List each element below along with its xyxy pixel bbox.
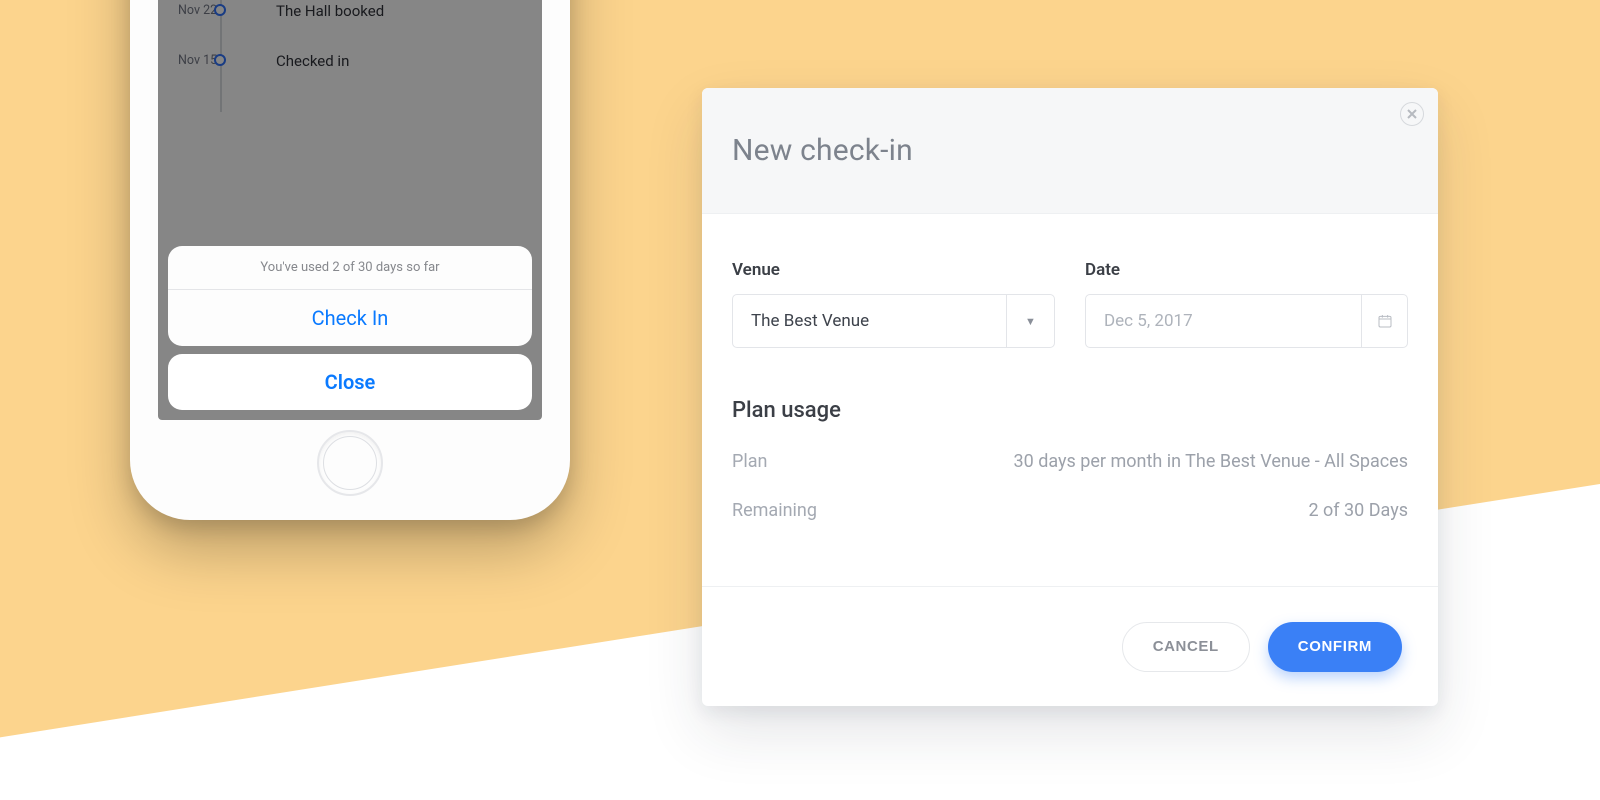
venue-label: Venue [732, 260, 1055, 280]
venue-group: Venue The Best Venue ▼ [732, 260, 1055, 348]
check-in-button[interactable]: Check In [168, 290, 532, 346]
cancel-button[interactable]: CANCEL [1122, 622, 1250, 672]
chevron-down-icon: ▼ [1006, 295, 1054, 347]
action-sheet: You've used 2 of 30 days so far Check In… [168, 246, 532, 410]
plan-usage-heading: Plan usage [732, 398, 1408, 423]
checkin-dialog: New check-in Venue The Best Venue ▼ Date… [702, 88, 1438, 706]
phone-body: 8:34 am Checked in The Best Venue @ 8:34… [130, 0, 570, 520]
venue-value: The Best Venue [751, 311, 869, 331]
confirm-button[interactable]: CONFIRM [1268, 622, 1402, 672]
phone-screen: 8:34 am Checked in The Best Venue @ 8:34… [158, 0, 542, 420]
venue-select[interactable]: The Best Venue ▼ [732, 294, 1055, 348]
usage-summary: You've used 2 of 30 days so far [168, 246, 532, 290]
plan-label: Plan [732, 451, 767, 472]
plan-row: Plan 30 days per month in The Best Venue… [732, 451, 1408, 472]
close-button[interactable]: Close [168, 354, 532, 410]
dialog-body: Venue The Best Venue ▼ Date Dec 5, 2017 [702, 214, 1438, 586]
phone-mockup: 8:34 am Checked in The Best Venue @ 8:34… [130, 0, 570, 530]
home-button[interactable] [317, 430, 383, 496]
remaining-row: Remaining 2 of 30 Days [732, 500, 1408, 521]
date-group: Date Dec 5, 2017 [1085, 260, 1408, 348]
remaining-label: Remaining [732, 500, 817, 521]
calendar-icon [1361, 295, 1407, 347]
close-icon[interactable] [1400, 102, 1424, 126]
date-label: Date [1085, 260, 1408, 280]
plan-value: 30 days per month in The Best Venue - Al… [1014, 451, 1409, 472]
dialog-title: New check-in [732, 133, 913, 168]
dialog-footer: CANCEL CONFIRM [702, 586, 1438, 706]
remaining-value: 2 of 30 Days [1308, 500, 1408, 521]
date-input[interactable]: Dec 5, 2017 [1085, 294, 1408, 348]
dialog-header: New check-in [702, 88, 1438, 214]
action-sheet-card: You've used 2 of 30 days so far Check In [168, 246, 532, 346]
date-placeholder: Dec 5, 2017 [1104, 311, 1193, 331]
